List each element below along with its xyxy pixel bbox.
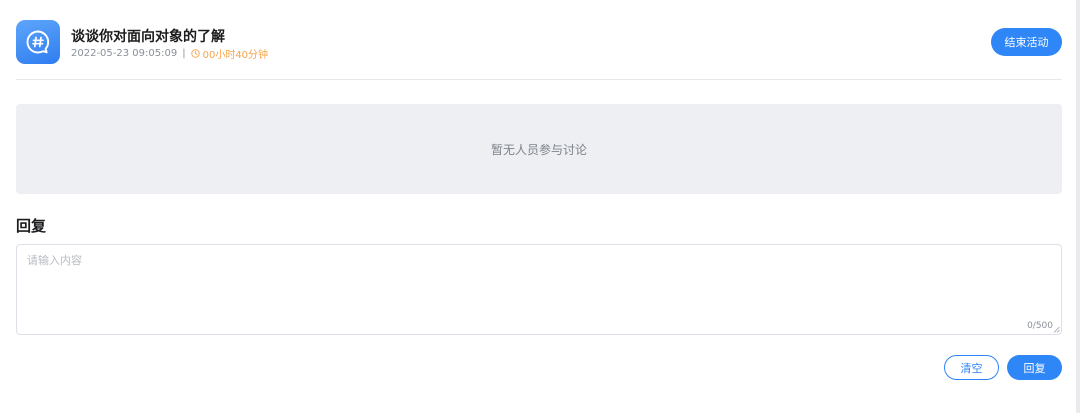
- topic-title: 谈谈你对面向对象的了解: [71, 29, 225, 45]
- topic-meta: 2022-05-23 09:05:09 | 00小时40分钟: [71, 46, 268, 61]
- duration-text: 00小时40分钟: [202, 50, 269, 61]
- char-counter: 0/500: [1027, 321, 1053, 331]
- topic-duration: 00小时40分钟: [190, 46, 269, 61]
- reply-submit-button[interactable]: 回复: [1007, 355, 1062, 380]
- discussion-page: 谈谈你对面向对象的了解 2022-05-23 09:05:09 | 00小时40…: [0, 0, 1080, 413]
- empty-discussion-text: 暂无人员参与讨论: [490, 142, 587, 157]
- meta-separator: |: [182, 48, 186, 59]
- discussion-panel: 暂无人员参与讨论: [16, 104, 1062, 194]
- end-activity-button[interactable]: 结束活动: [991, 28, 1062, 56]
- resize-handle-icon[interactable]: [1053, 326, 1060, 333]
- reply-input[interactable]: [17, 245, 1061, 334]
- hashtag-chat-icon: [16, 20, 60, 64]
- clear-button[interactable]: 清空: [944, 355, 999, 380]
- clock-icon: [190, 49, 200, 58]
- topic-header: 谈谈你对面向对象的了解 2022-05-23 09:05:09 | 00小时40…: [16, 20, 1062, 66]
- topic-timestamp: 2022-05-23 09:05:09: [71, 48, 178, 59]
- reply-input-box: 0/500: [16, 244, 1062, 335]
- scrollbar-track[interactable]: [1076, 0, 1080, 413]
- reply-heading: 回复: [16, 217, 47, 235]
- header-divider: [16, 79, 1062, 80]
